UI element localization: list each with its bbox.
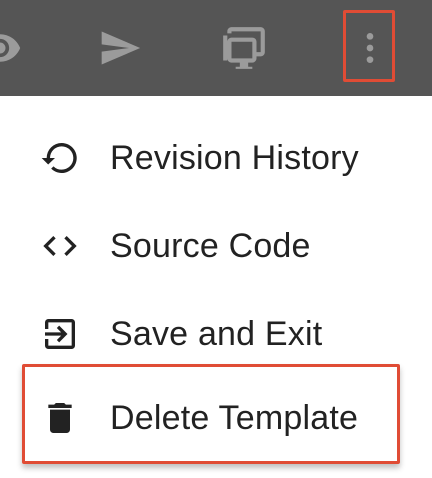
delete-item-highlight — [22, 364, 400, 464]
menu-item-label: Save and Exit — [110, 314, 323, 353]
code-icon — [36, 222, 84, 270]
eye-icon[interactable] — [0, 18, 30, 78]
send-icon[interactable] — [90, 18, 150, 78]
history-icon — [36, 134, 84, 182]
menu-item-label: Source Code — [110, 226, 311, 265]
more-button-highlight — [343, 10, 395, 82]
exit-icon — [36, 310, 84, 358]
monitor-icon[interactable] — [214, 18, 274, 78]
menu-item-label: Revision History — [110, 138, 359, 177]
menu-item-source-code[interactable]: Source Code — [0, 202, 432, 290]
toolbar — [0, 0, 432, 96]
menu-item-revision-history[interactable]: Revision History — [0, 114, 432, 202]
